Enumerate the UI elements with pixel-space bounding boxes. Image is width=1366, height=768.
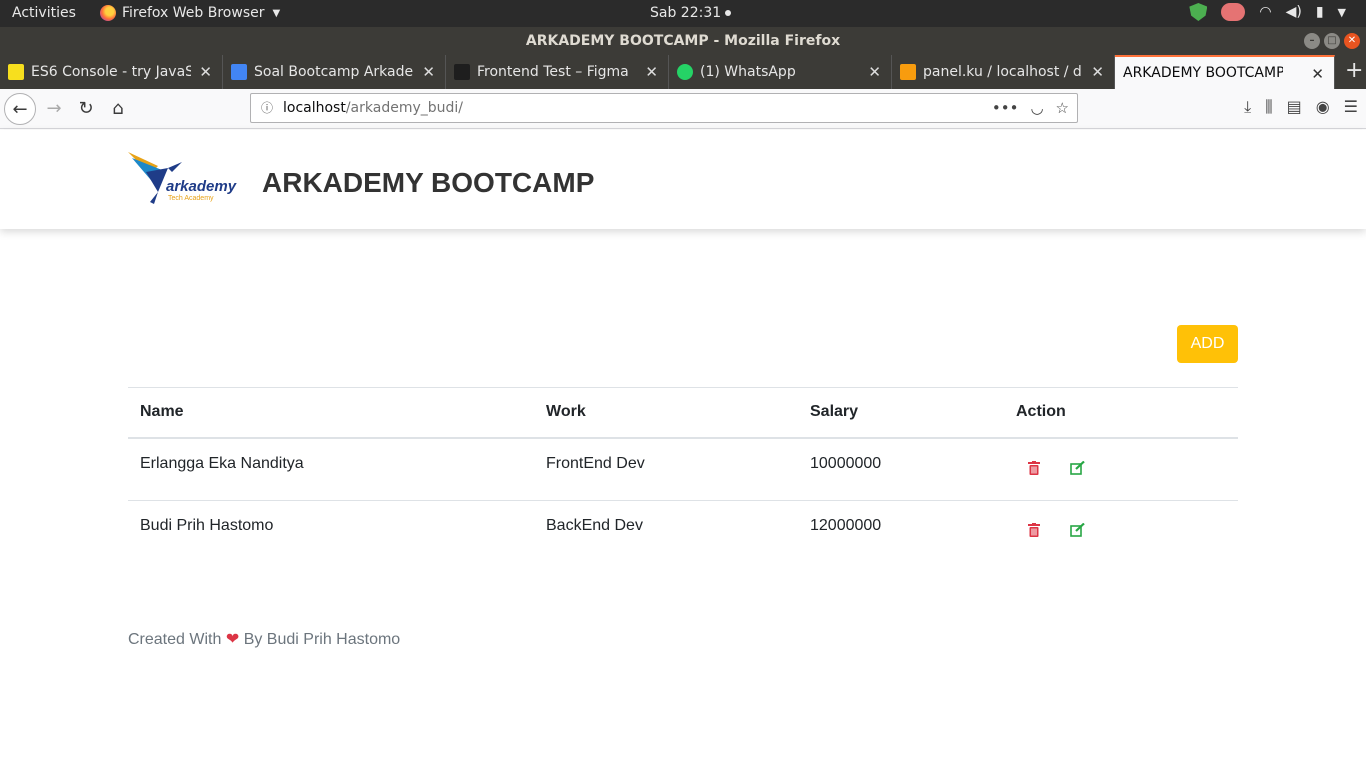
- close-tab-icon[interactable]: ✕: [199, 63, 212, 81]
- url-bar[interactable]: ⓘ localhost/arkademy_budi/ ••• ◡ ☆: [250, 93, 1078, 123]
- close-tab-icon[interactable]: ✕: [868, 63, 881, 81]
- wifi-icon[interactable]: ◠: [1259, 4, 1271, 20]
- chat-icon[interactable]: [1221, 3, 1246, 21]
- footer-suffix: By Budi Prih Hastomo: [243, 631, 401, 648]
- shield-icon[interactable]: [1189, 3, 1208, 21]
- page-title: ARKADEMY BOOTCAMP: [262, 167, 595, 198]
- url-host: localhost: [283, 100, 346, 116]
- navigation-toolbar: ← → ↻ ⌂ ⓘ localhost/arkademy_budi/ ••• ◡…: [0, 89, 1366, 129]
- forward-button[interactable]: →: [38, 93, 70, 125]
- row-actions: [1016, 455, 1238, 475]
- docs-favicon-icon: [231, 64, 247, 80]
- account-icon[interactable]: ◉: [1316, 97, 1330, 117]
- system-top-bar: Activities Firefox Web Browser ▼ Sab 22:…: [0, 0, 1366, 27]
- cell-salary: 12000000: [810, 517, 882, 534]
- maximize-button[interactable]: □: [1324, 33, 1340, 49]
- tab-phpmyadmin[interactable]: panel.ku / localhost / db ✕: [892, 55, 1115, 89]
- minimize-button[interactable]: –: [1304, 33, 1320, 49]
- add-button[interactable]: ADD: [1177, 325, 1238, 363]
- close-tab-icon[interactable]: ✕: [1091, 63, 1104, 81]
- tab-figma[interactable]: Frontend Test – Figma ✕: [446, 55, 669, 89]
- app-menu-label: Firefox Web Browser: [122, 5, 265, 21]
- library-icon[interactable]: ⫼: [1265, 97, 1272, 117]
- tab-label: ES6 Console - try JavaScript: [31, 64, 191, 80]
- app-menu[interactable]: Firefox Web Browser ▼: [100, 5, 280, 21]
- header-salary: Salary: [798, 387, 1004, 439]
- toolbar-right: ⤓ ⫼ ▤ ◉ ☰: [1244, 97, 1358, 117]
- trash-icon[interactable]: [1028, 460, 1040, 475]
- tab-arkademy-bootcamp[interactable]: ARKADEMY BOOTCAMP ✕: [1115, 55, 1335, 89]
- cell-actions: [1004, 501, 1238, 564]
- table-row: Erlangga Eka Nanditya FrontEnd Dev 10000…: [128, 437, 1238, 501]
- tab-whatsapp[interactable]: (1) WhatsApp ✕: [669, 55, 892, 89]
- cell-name: Budi Prih Hastomo: [140, 517, 274, 534]
- table-header-row: Name Work Salary Action: [128, 387, 1238, 439]
- whatsapp-favicon-icon: [677, 64, 693, 80]
- logo-subtitle: Tech Academy: [168, 195, 214, 202]
- page-footer: Created With ❤ By Budi Prih Hastomo: [128, 629, 400, 649]
- cell-name: Erlangga Eka Nanditya: [128, 437, 534, 501]
- tab-label: panel.ku / localhost / db: [923, 64, 1083, 80]
- row-actions: [1016, 517, 1238, 537]
- close-tab-icon[interactable]: ✕: [1311, 65, 1324, 83]
- es6-favicon-icon: [8, 64, 24, 80]
- tab-label: ARKADEMY BOOTCAMP: [1123, 65, 1283, 81]
- footer-prefix: Created With: [128, 631, 222, 648]
- cell-salary: 10000000: [798, 437, 1004, 501]
- system-tray: ◠ ◀) ▮ ▼: [1189, 3, 1346, 21]
- tab-label: Frontend Test – Figma: [477, 64, 629, 80]
- header-action: Action: [1004, 387, 1238, 439]
- header-work: Work: [534, 387, 798, 439]
- tab-strip: ES6 Console - try JavaScript ✕ Soal Boot…: [0, 55, 1366, 89]
- tab-label: Soal Bootcamp Arkademy: [254, 64, 414, 80]
- close-tab-icon[interactable]: ✕: [645, 63, 658, 81]
- employee-table: Name Work Salary Action Erlangga Eka Nan…: [128, 387, 1238, 564]
- close-tab-icon[interactable]: ✕: [422, 63, 435, 81]
- tab-es6-console[interactable]: ES6 Console - try JavaScript ✕: [0, 55, 223, 89]
- info-icon[interactable]: ⓘ: [261, 94, 273, 122]
- figma-favicon-icon: [454, 64, 470, 80]
- edit-icon[interactable]: [1070, 523, 1086, 537]
- volume-icon[interactable]: ◀): [1286, 4, 1302, 20]
- chevron-down-icon[interactable]: ▼: [1338, 6, 1346, 19]
- window-title: ARKADEMY BOOTCAMP - Mozilla Firefox: [525, 33, 841, 49]
- notification-dot-icon: [725, 10, 732, 16]
- url-actions: ••• ◡ ☆: [992, 94, 1069, 122]
- downloads-icon[interactable]: ⤓: [1244, 97, 1251, 117]
- web-page: arkademy Tech Academy ARKADEMY BOOTCAMP …: [0, 130, 1366, 768]
- clock-label: Sab 22:31: [650, 5, 722, 21]
- arkademy-logo[interactable]: arkademy Tech Academy: [128, 152, 240, 206]
- logo-brand: arkademy: [166, 178, 237, 195]
- window-controls: – □ ✕: [1304, 33, 1360, 49]
- heart-icon: ❤: [225, 631, 240, 648]
- bookmark-star-icon[interactable]: ☆: [1056, 94, 1069, 122]
- chevron-down-icon: ▼: [272, 7, 281, 19]
- window-title-bar: ARKADEMY BOOTCAMP - Mozilla Firefox – □ …: [0, 27, 1366, 55]
- pocket-icon[interactable]: ◡: [1030, 94, 1043, 122]
- phpmyadmin-favicon-icon: [900, 64, 916, 80]
- new-tab-button[interactable]: +: [1335, 55, 1363, 89]
- cell-work: BackEnd Dev: [546, 517, 643, 534]
- tab-soal-bootcamp[interactable]: Soal Bootcamp Arkademy ✕: [223, 55, 446, 89]
- activities-button[interactable]: Activities: [12, 5, 76, 21]
- sidebar-icon[interactable]: ▤: [1287, 97, 1302, 117]
- menu-icon[interactable]: ☰: [1344, 97, 1358, 117]
- trash-icon[interactable]: [1028, 523, 1040, 537]
- tab-label: (1) WhatsApp: [700, 64, 796, 80]
- home-button[interactable]: ⌂: [102, 93, 134, 125]
- clock[interactable]: Sab 22:31: [650, 5, 732, 21]
- header-name: Name: [128, 387, 534, 439]
- table-row: Budi Prih Hastomo BackEnd Dev 12000000: [128, 501, 1238, 564]
- battery-icon[interactable]: ▮: [1316, 4, 1324, 20]
- cell-actions: [1004, 437, 1238, 501]
- page-actions-icon[interactable]: •••: [992, 94, 1019, 122]
- edit-icon[interactable]: [1070, 460, 1086, 475]
- back-button[interactable]: ←: [4, 93, 36, 125]
- reload-button[interactable]: ↻: [70, 93, 102, 125]
- page-header: arkademy Tech Academy ARKADEMY BOOTCAMP: [0, 130, 1366, 229]
- cell-work: FrontEnd Dev: [534, 437, 798, 501]
- url-path: /arkademy_budi/: [345, 100, 464, 116]
- close-window-button[interactable]: ✕: [1344, 33, 1360, 49]
- firefox-icon: [100, 5, 116, 21]
